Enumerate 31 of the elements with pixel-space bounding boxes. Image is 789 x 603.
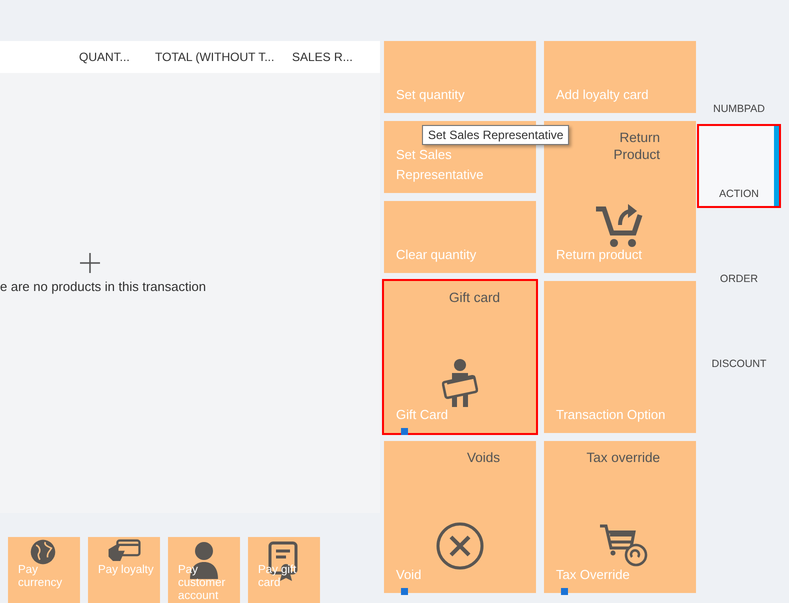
- column-header[interactable]: TOTAL (WITHOUT T...: [155, 50, 274, 64]
- action-tile[interactable]: Tax override Tax Override: [544, 441, 696, 593]
- nav-tab[interactable]: ACTION: [699, 126, 779, 206]
- tile-title: Return Product: [612, 129, 660, 163]
- tile-title: Voids: [466, 449, 500, 466]
- card-hand-icon: [107, 539, 141, 564]
- action-tile[interactable]: Gift card Gift Card: [384, 281, 536, 433]
- plus-icon: [80, 252, 100, 272]
- person-card-icon: [442, 359, 478, 407]
- nav-tab[interactable]: DISCOUNT: [699, 296, 779, 376]
- tile-label: Clear quantity: [396, 246, 478, 264]
- tile-title: Gift card: [448, 289, 500, 306]
- tile-label: Set Sales Representative: [396, 146, 484, 184]
- tile-label: Transaction Option: [556, 406, 666, 424]
- tile-title: Tax override: [585, 449, 660, 466]
- tooltip: Set Sales Representative: [422, 125, 570, 145]
- tile-label: Add loyalty card: [556, 86, 650, 104]
- tile-label: Void: [396, 566, 422, 584]
- column-header[interactable]: SALES R...: [292, 50, 353, 64]
- tile-label: Tax Override: [556, 566, 631, 584]
- globe-icon: [30, 539, 56, 565]
- tile-label: Set quantity: [396, 86, 466, 104]
- empty-message: e are no products in this transaction: [0, 278, 206, 294]
- tile-label: Gift Card: [396, 406, 450, 424]
- nav-tab[interactable]: NUMBPAD: [699, 41, 779, 121]
- tile-label: Return product: [556, 246, 643, 264]
- close-icon: [435, 521, 485, 571]
- column-header[interactable]: QUANT...: [79, 50, 130, 64]
- cart-refresh-icon: [598, 523, 648, 567]
- nav-tab[interactable]: ORDER: [699, 211, 779, 291]
- action-tile[interactable]: Voids Void: [384, 441, 536, 593]
